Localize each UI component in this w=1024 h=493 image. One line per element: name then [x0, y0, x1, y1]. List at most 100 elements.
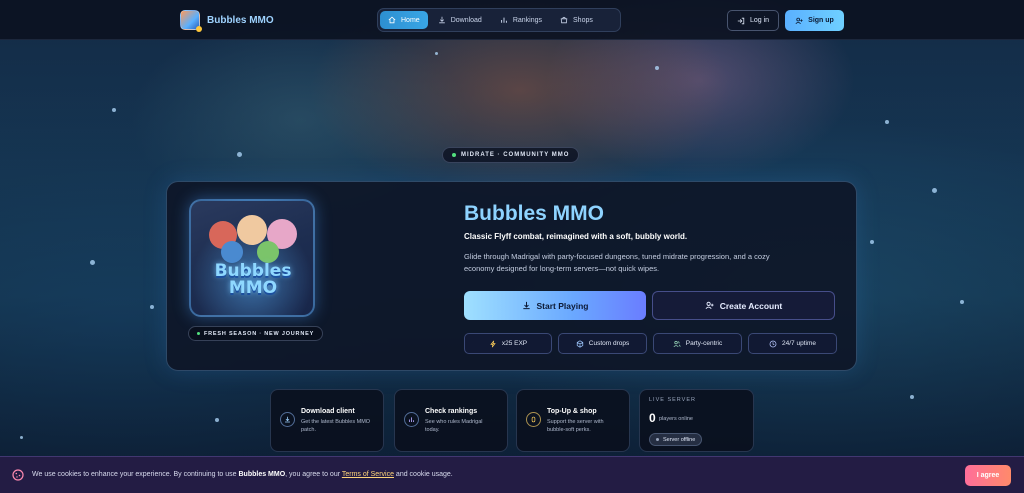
- bubble-particle: [932, 188, 937, 193]
- players-online-label: players online: [659, 416, 693, 422]
- users-icon: [673, 340, 681, 347]
- bubble-particle: [870, 240, 874, 244]
- feature-label: x25 EXP: [501, 340, 528, 347]
- bubble-particle: [435, 52, 438, 55]
- nav-item-label: Download: [450, 16, 482, 24]
- create-account-label: Create Account: [719, 300, 783, 311]
- nav-item-label: Rankings: [512, 16, 543, 24]
- game-logo-text: Bubbles MMO: [214, 261, 292, 298]
- nav-item-home[interactable]: Home: [380, 11, 428, 29]
- community-tag: MIDRATE · COMMUNITY MMO: [442, 147, 580, 163]
- top-navigation-bar: Bubbles MMO Home Download Rankings Shops…: [0, 0, 1024, 40]
- bubble-particle: [20, 436, 23, 439]
- card-title: Check rankings: [425, 408, 478, 415]
- server-status-badge: Server offline: [649, 433, 703, 446]
- card-title: Top-Up & shop: [547, 408, 597, 415]
- players-online-count: 0: [649, 411, 656, 425]
- cookie-icon: [12, 469, 24, 481]
- user-plus-icon: [795, 17, 803, 24]
- signup-button[interactable]: Sign up: [785, 10, 844, 31]
- login-label: Log in: [749, 17, 770, 24]
- cookie-message: We use cookies to enhance your experienc…: [32, 471, 453, 478]
- cookie-text-start: We use cookies to enhance your experienc…: [32, 471, 239, 478]
- nav-item-shops[interactable]: Shops: [552, 11, 601, 29]
- card-icon: [526, 412, 541, 427]
- bubble-particle: [655, 66, 659, 70]
- card-icon: [404, 412, 419, 427]
- card-description: Support the server with bubble-soft perk…: [547, 419, 604, 433]
- download-client-card[interactable]: Download client Get the latest Bubbles M…: [270, 389, 384, 452]
- nav-item-label: Shops: [573, 16, 593, 24]
- feature-exp: x25 EXP: [464, 333, 552, 354]
- character-art: [257, 241, 279, 263]
- status-dot-icon: [656, 438, 659, 441]
- community-tag-label: MIDRATE · COMMUNITY MMO: [461, 152, 570, 158]
- terms-of-service-link[interactable]: Terms of Service: [342, 471, 394, 478]
- live-server-card: LIVE SERVER 0 players online Server offl…: [639, 389, 754, 452]
- cube-icon: [576, 339, 583, 348]
- status-dot-icon: [452, 153, 456, 157]
- nav-item-rankings[interactable]: Rankings: [492, 11, 550, 29]
- feature-list: x25 EXP Custom drops Party-centric 24/7 …: [464, 333, 837, 354]
- check-rankings-card[interactable]: Check rankings See who rules Madrigal to…: [394, 389, 508, 452]
- card-description: See who rules Madrigal today.: [425, 419, 483, 433]
- shop-icon: [560, 16, 568, 24]
- bubble-particle: [885, 120, 889, 124]
- bar-chart-icon: [500, 17, 507, 23]
- login-icon: [737, 17, 745, 24]
- card-title: Download client: [301, 408, 355, 415]
- card-icon: [280, 412, 295, 427]
- feature-label: Custom drops: [588, 340, 630, 347]
- brand-logo-icon: [180, 10, 202, 32]
- live-server-label: LIVE SERVER: [649, 397, 696, 403]
- cookie-text-end: and cookie usage.: [393, 471, 453, 478]
- create-account-button[interactable]: Create Account: [652, 291, 835, 320]
- download-icon: [522, 301, 530, 310]
- card-description: Get the latest Bubbles MMO patch.: [301, 419, 371, 433]
- hero-description: Glide through Madrigal with party-focuse…: [464, 252, 770, 273]
- download-icon: [438, 16, 445, 24]
- hero-card: Bubbles MMO FRESH SEASON · NEW JOURNEY B…: [166, 181, 857, 371]
- home-icon: [388, 16, 396, 24]
- signup-label: Sign up: [808, 17, 834, 24]
- login-button[interactable]: Log in: [727, 10, 779, 31]
- feature-uptime: 24/7 uptime: [748, 333, 837, 354]
- feature-drops: Custom drops: [558, 333, 647, 354]
- hero-subtitle: Classic Flyff combat, reimagined with a …: [464, 232, 688, 241]
- cookie-brand: Bubbles MMO: [238, 471, 286, 478]
- coin-icon: [531, 416, 536, 423]
- game-logo-artwork: Bubbles MMO: [189, 199, 315, 317]
- bolt-icon: [490, 340, 496, 347]
- character-art: [237, 215, 267, 245]
- bubble-particle: [910, 395, 914, 399]
- season-badge: FRESH SEASON · NEW JOURNEY: [188, 326, 324, 341]
- feature-party: Party-centric: [653, 333, 742, 354]
- bubble-particle: [237, 152, 242, 157]
- nav-item-download[interactable]: Download: [430, 11, 490, 29]
- start-playing-button[interactable]: Start Playing: [464, 291, 646, 320]
- bar-chart-icon: [408, 417, 415, 422]
- bubble-particle: [960, 300, 964, 304]
- hero-title: Bubbles MMO: [464, 202, 604, 225]
- bubble-particle: [150, 305, 154, 309]
- bubble-particle: [90, 260, 95, 265]
- status-dot-icon: [197, 332, 200, 335]
- cookie-text-middle: , you agree to our: [285, 471, 342, 478]
- clock-icon: [769, 340, 777, 347]
- nav-item-label: Home: [401, 16, 420, 24]
- character-art: [221, 241, 243, 263]
- main-nav: Home Download Rankings Shops: [377, 8, 621, 32]
- download-icon: [285, 416, 290, 423]
- season-badge-label: FRESH SEASON · NEW JOURNEY: [204, 330, 315, 337]
- top-up-shop-card[interactable]: Top-Up & shop Support the server with bu…: [516, 389, 630, 452]
- agree-button[interactable]: I agree: [965, 465, 1011, 486]
- server-status-label: Server offline: [663, 436, 696, 443]
- bubble-particle: [112, 108, 116, 112]
- brand-name: Bubbles MMO: [207, 14, 274, 26]
- feature-label: Party-centric: [685, 340, 723, 347]
- brand[interactable]: Bubbles MMO: [180, 10, 274, 32]
- feature-label: 24/7 uptime: [782, 340, 816, 347]
- bubble-particle: [215, 418, 219, 422]
- user-plus-icon: [705, 301, 714, 309]
- start-playing-label: Start Playing: [536, 300, 589, 311]
